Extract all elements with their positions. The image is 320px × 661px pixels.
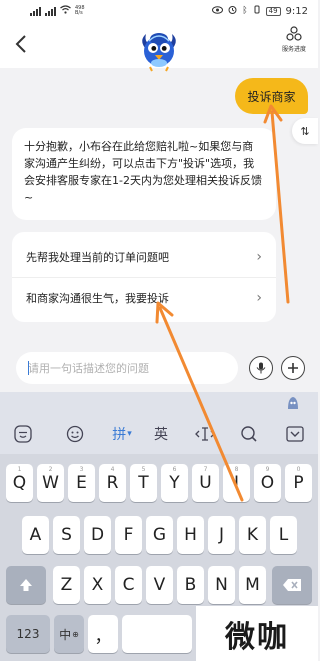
key-e[interactable]: 3E [68, 464, 95, 502]
backspace-icon [283, 579, 301, 591]
collapse-keyboard-button[interactable] [282, 422, 308, 446]
key-j[interactable]: J [208, 516, 235, 554]
keyboard-top-strip [0, 392, 318, 414]
chevron-down-icon: ▾ [127, 429, 132, 439]
key-i[interactable]: 8I [223, 464, 250, 502]
service-progress-button[interactable]: 服务进度 [276, 26, 312, 62]
bot-message-text: 十分抱歉，小布谷在此给您赔礼啦~如果您与商家沟通产生纠纷，可以点击下方"投诉"选… [24, 140, 262, 204]
wifi-icon [60, 5, 71, 17]
plus-icon [288, 363, 298, 373]
progress-icon [286, 26, 302, 41]
search-icon [241, 426, 257, 442]
key-n[interactable]: N [208, 566, 235, 604]
back-button[interactable] [8, 30, 34, 58]
globe-icon: ⊕ [72, 629, 79, 639]
comma-key[interactable]: ， [88, 615, 118, 653]
option-handle-order[interactable]: 先帮我处理当前的订单问题吧 › [12, 236, 276, 277]
cursor-move-button[interactable] [192, 422, 218, 446]
language-switch-key[interactable]: 中 ⊕ [54, 615, 84, 653]
chevron-left-icon [15, 35, 26, 53]
signal-icon [30, 6, 41, 16]
expand-toggle-button[interactable]: ⇅ [292, 118, 318, 144]
add-button[interactable] [281, 356, 305, 380]
option-label: 和商家沟通很生气，我要投诉 [26, 292, 169, 305]
key-x[interactable]: X [84, 566, 111, 604]
key-h[interactable]: H [177, 516, 204, 554]
english-label: 英 [154, 427, 168, 443]
key-z[interactable]: Z [53, 566, 80, 604]
key-a[interactable]: A [22, 516, 49, 554]
smiley-button[interactable] [62, 422, 88, 446]
alarm-icon [228, 5, 237, 17]
option-complain[interactable]: 和商家沟通很生气，我要投诉 › [12, 277, 276, 318]
microphone-icon [256, 362, 266, 374]
vibrate-icon [253, 5, 261, 17]
clock: 9:12 [285, 5, 308, 17]
key-l[interactable]: L [270, 516, 297, 554]
input-bar [0, 344, 318, 392]
chevron-right-icon: › [256, 248, 262, 265]
key-y[interactable]: 6Y [161, 464, 188, 502]
key-w[interactable]: 2W [37, 464, 64, 502]
pinyin-mode-button[interactable]: 拼 ▾ [106, 422, 138, 446]
progress-label: 服务进度 [281, 46, 306, 53]
key-g[interactable]: G [146, 516, 173, 554]
text-caret [28, 361, 29, 375]
key-m[interactable]: M [239, 566, 266, 604]
pinyin-label: 拼 [112, 427, 127, 443]
numbers-key[interactable]: 123 [6, 615, 50, 653]
user-message-bubble: 投诉商家 [235, 78, 308, 114]
watermark-text: 微咖 [225, 619, 289, 655]
backspace-key[interactable] [272, 566, 312, 604]
language-label: 中 [59, 627, 72, 642]
eye-icon [212, 5, 224, 17]
option-label: 先帮我处理当前的订单问题吧 [26, 250, 169, 264]
key-d[interactable]: D [84, 516, 111, 554]
english-mode-button[interactable]: 英 [148, 422, 174, 446]
options-card: 先帮我处理当前的订单问题吧 › 和商家沟通很生气，我要投诉 › [12, 232, 276, 322]
status-bar: 498 B/s ᛒ 49 9:12 [0, 0, 318, 22]
mascot-avatar [142, 33, 176, 72]
keyboard-brand-icon [288, 397, 298, 409]
question-input[interactable] [16, 352, 238, 384]
net-speed: 498 B/s [75, 5, 85, 16]
shift-icon [20, 579, 32, 591]
voice-button[interactable] [249, 356, 273, 380]
key-q[interactable]: 1Q [6, 464, 33, 502]
keyboard-toolbar: 拼 ▾ 英 [0, 414, 318, 454]
shift-key[interactable] [6, 566, 46, 604]
key-p[interactable]: 0P [285, 464, 312, 502]
chevron-right-icon: › [256, 290, 262, 306]
bot-message-card: 十分抱歉，小布谷在此给您赔礼啦~如果您与商家沟通产生纠纷，可以点击下方"投诉"选… [12, 128, 276, 220]
key-v[interactable]: V [146, 566, 173, 604]
space-key[interactable] [122, 615, 192, 653]
key-o[interactable]: 9O [254, 464, 281, 502]
key-r[interactable]: 4R [99, 464, 126, 502]
watermark: 微咖 [196, 606, 318, 661]
chat-header: 服务进度 [0, 22, 318, 72]
key-f[interactable]: F [115, 516, 142, 554]
battery-indicator: 49 [265, 6, 281, 16]
du-emoji-icon [14, 425, 32, 443]
key-b[interactable]: B [177, 566, 204, 604]
key-k[interactable]: K [239, 516, 266, 554]
keyboard-hide-icon [286, 426, 304, 442]
signal-icon-2 [45, 6, 56, 16]
smiley-icon [66, 425, 84, 443]
key-c[interactable]: C [115, 566, 142, 604]
cursor-icon [195, 427, 215, 441]
search-button[interactable] [236, 422, 262, 446]
emoji-keyboard-button[interactable] [10, 422, 36, 446]
bluetooth-icon: ᛒ [242, 6, 248, 16]
key-t[interactable]: 5T [130, 464, 157, 502]
key-u[interactable]: 7U [192, 464, 219, 502]
key-s[interactable]: S [53, 516, 80, 554]
